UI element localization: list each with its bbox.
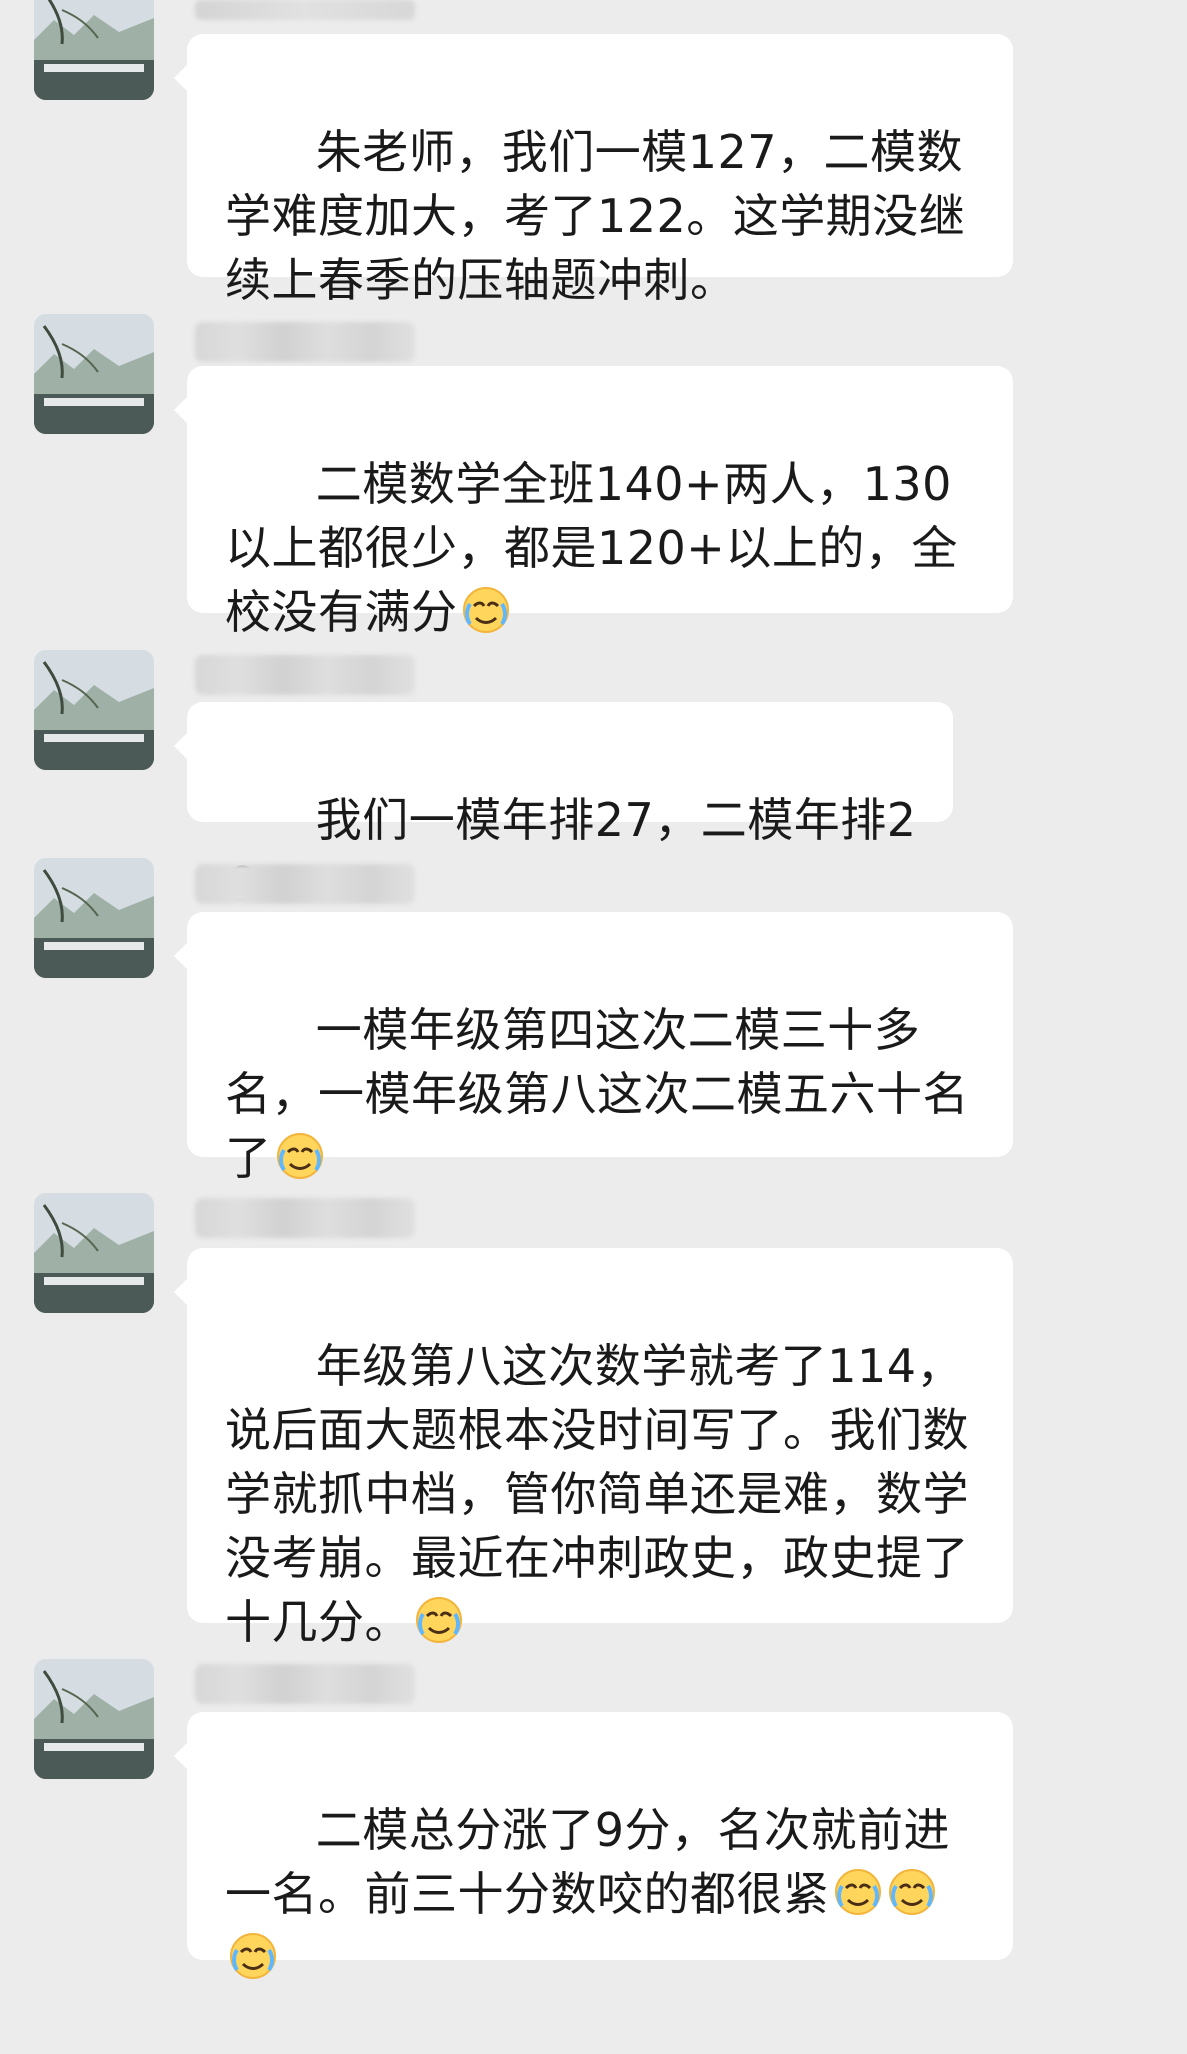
sender-name-blurred xyxy=(195,1664,415,1704)
message-bubble[interactable]: 二模数学全班140+两人，130以上都很少，都是120+以上的，全校没有满分 xyxy=(174,366,1013,639)
face-with-tears-emoji-icon xyxy=(832,1866,884,1918)
landscape-avatar-icon xyxy=(34,0,154,100)
landscape-avatar-icon xyxy=(34,1659,154,1779)
landscape-avatar-icon xyxy=(34,1193,154,1313)
avatar[interactable] xyxy=(34,1193,154,1313)
message-bubble[interactable]: 二模总分涨了9分，名次就前进一名。前三十分数咬的都很紧 xyxy=(174,1712,1013,1979)
landscape-avatar-icon xyxy=(34,650,154,770)
face-with-tears-emoji-icon xyxy=(886,1866,938,1918)
face-with-tears-emoji-icon xyxy=(227,1930,279,1982)
message-text: 二模数学全班140+两人，130以上都很少，都是120+以上的，全校没有满分 xyxy=(225,457,958,639)
avatar[interactable] xyxy=(34,1659,154,1779)
message-bubble[interactable]: 年级第八这次数学就考了114，说后面大题根本没时间写了。我们数学就抓中档，管你简… xyxy=(174,1248,1013,1649)
face-with-tears-emoji-icon xyxy=(274,1130,326,1182)
landscape-avatar-icon xyxy=(34,858,154,978)
sender-name-blurred xyxy=(195,0,415,20)
avatar[interactable] xyxy=(34,858,154,978)
message-bubble[interactable]: 一模年级第四这次二模三十多名，一模年级第八这次二模五六十名了 xyxy=(174,912,1013,1185)
sender-name-blurred xyxy=(195,322,415,362)
avatar[interactable] xyxy=(34,650,154,770)
face-with-tears-emoji-icon xyxy=(413,1594,465,1646)
landscape-avatar-icon xyxy=(34,314,154,434)
message-text: 一模年级第四这次二模三十多名，一模年级第八这次二模五六十名了 xyxy=(225,1003,969,1185)
avatar[interactable] xyxy=(34,314,154,434)
message-bubble[interactable]: 朱老师，我们一模127，二模数学难度加大，考了122。这学期没继续上春季的压轴题… xyxy=(174,34,1013,307)
message-bubble[interactable]: 我们一模年排27，二模年排26 xyxy=(174,702,953,911)
sender-name-blurred xyxy=(195,1198,415,1238)
sender-name-blurred xyxy=(195,864,415,904)
avatar[interactable] xyxy=(34,0,154,100)
message-text: 年级第八这次数学就考了114，说后面大题根本没时间写了。我们数学就抓中档，管你简… xyxy=(225,1339,969,1649)
chat-area: 朱老师，我们一模127，二模数学难度加大，考了122。这学期没继续上春季的压轴题… xyxy=(0,0,1187,1980)
sender-name-blurred xyxy=(195,655,415,695)
message-text: 朱老师，我们一模127，二模数学难度加大，考了122。这学期没继续上春季的压轴题… xyxy=(225,125,966,307)
face-with-tears-emoji-icon xyxy=(460,584,512,636)
